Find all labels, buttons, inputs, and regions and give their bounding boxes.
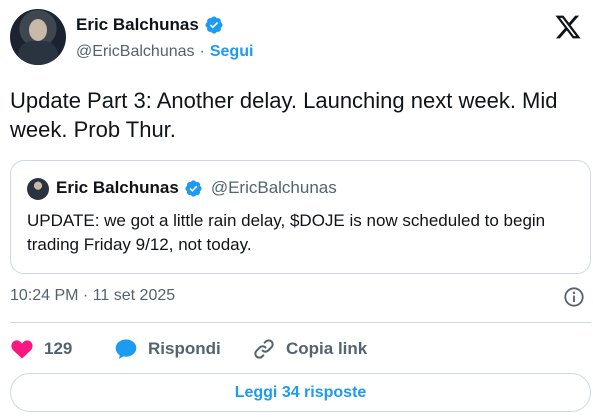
- like-count: 129: [44, 339, 73, 358]
- verified-badge-icon: [205, 16, 223, 34]
- action-bar: 129 Rispondi Copia link: [10, 334, 392, 364]
- author-handle-row: @EricBalchunas · Segui: [76, 43, 253, 61]
- copy-link-button[interactable]: Copia link: [252, 337, 392, 361]
- tweet-timestamp[interactable]: 10:24 PM · 11 set 2025: [10, 287, 175, 305]
- reply-button[interactable]: Rispondi: [114, 337, 252, 361]
- verified-badge-icon: [185, 179, 202, 197]
- follow-button[interactable]: Segui: [210, 43, 254, 61]
- heart-icon: [11, 340, 33, 359]
- quoted-author-name: Eric Balchunas: [56, 178, 179, 197]
- copy-link-label: Copia link: [286, 339, 368, 358]
- quoted-author-handle: @EricBalchunas: [210, 178, 337, 197]
- tweet-text: Update Part 3: Another delay. Launching …: [10, 88, 558, 142]
- author-avatar[interactable]: [10, 9, 66, 65]
- author-handle[interactable]: @EricBalchunas: [76, 43, 195, 61]
- author-name[interactable]: Eric Balchunas: [76, 15, 199, 35]
- link-icon: [254, 339, 274, 359]
- avatar-body-shape: [18, 41, 58, 65]
- quoted-author-avatar: [27, 178, 49, 200]
- author-name-row: Eric Balchunas: [76, 15, 224, 35]
- handle-separator: ·: [199, 43, 205, 60]
- quoted-tweet-text: UPDATE: we got a little rain delay, $DOJ…: [27, 211, 546, 254]
- x-logo-icon[interactable]: [554, 13, 582, 41]
- tweet-header: Eric Balchunas @EricBalchunas · Segui: [10, 9, 590, 67]
- quoted-tweet-card[interactable]: Eric Balchunas @EricBalchunas UPDATE: we…: [10, 160, 591, 274]
- avatar-head-shape: [29, 19, 47, 41]
- quoted-author-row: Eric Balchunas @EricBalchunas: [56, 178, 337, 198]
- like-button[interactable]: 129: [10, 337, 114, 361]
- info-icon[interactable]: [563, 286, 585, 308]
- speech-bubble-icon: [115, 339, 137, 359]
- actions-divider: [10, 322, 591, 323]
- reply-label: Rispondi: [148, 339, 221, 358]
- read-replies-button[interactable]: Leggi 34 risposte: [10, 373, 591, 412]
